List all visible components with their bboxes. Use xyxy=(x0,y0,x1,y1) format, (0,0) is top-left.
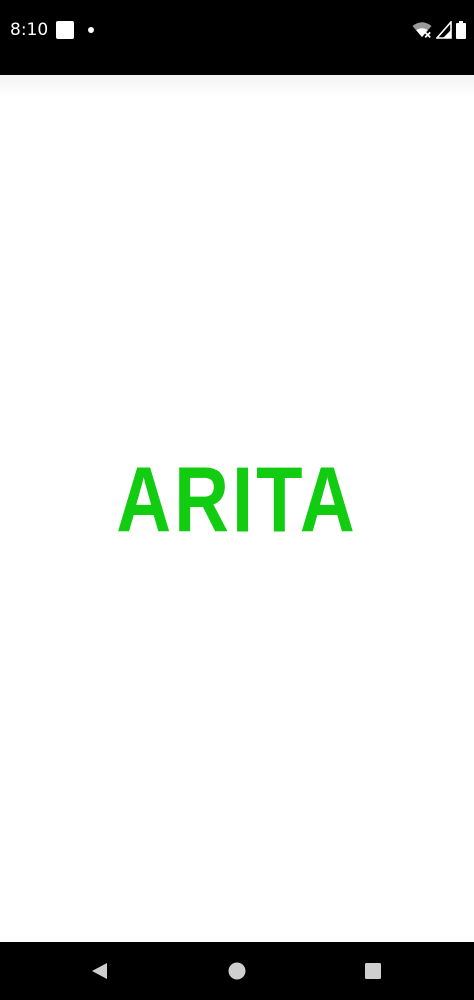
notification-dot-icon xyxy=(88,27,94,33)
status-icons xyxy=(412,20,466,40)
navigation-bar xyxy=(0,942,474,1000)
home-button[interactable] xyxy=(207,942,267,1000)
status-time: 8:10 xyxy=(10,20,49,40)
screen: 8:10 ARITA xyxy=(0,0,474,1000)
back-icon xyxy=(92,963,107,979)
recents-icon xyxy=(365,963,381,979)
status-bar: 8:10 xyxy=(0,0,474,75)
home-icon xyxy=(228,962,246,980)
splash-screen: ARITA xyxy=(0,75,474,942)
back-button[interactable] xyxy=(70,942,130,1000)
app-bar-shadow xyxy=(0,75,474,97)
wifi-off-icon xyxy=(412,21,432,39)
signal-icon xyxy=(436,21,452,39)
battery-icon xyxy=(456,21,466,39)
app-logo-text: ARITA xyxy=(116,448,358,553)
notification-square-icon xyxy=(56,21,74,39)
recents-button[interactable] xyxy=(343,942,403,1000)
